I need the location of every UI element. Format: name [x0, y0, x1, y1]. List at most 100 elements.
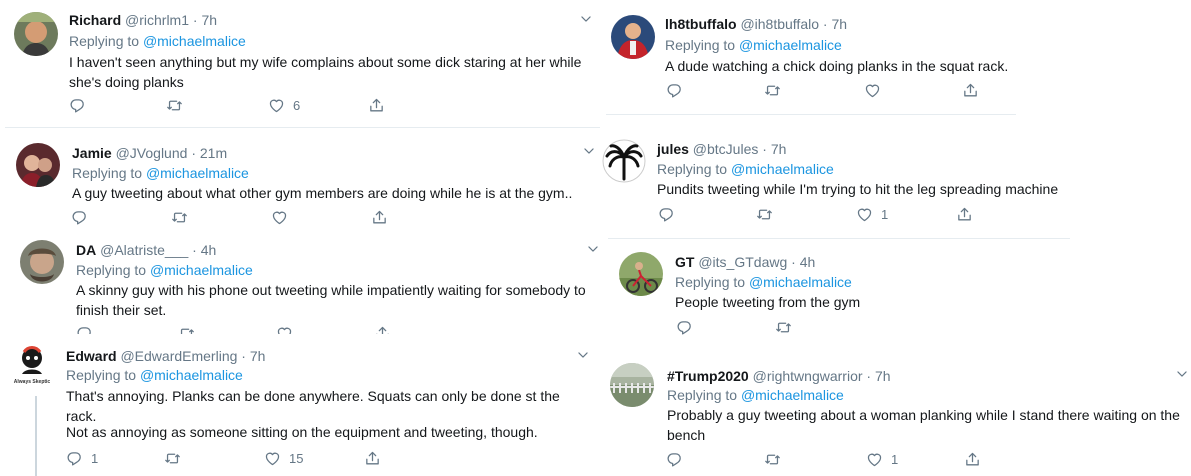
- retweet-button[interactable]: [764, 82, 781, 99]
- like-count: 1: [881, 207, 889, 222]
- tweet-text: I haven't seen anything but my wife comp…: [69, 54, 582, 90]
- mention-link[interactable]: @michaelmalice: [731, 161, 834, 177]
- chevron-down-icon[interactable]: [576, 348, 590, 362]
- retweet-button[interactable]: [764, 451, 781, 468]
- timestamp[interactable]: 7h: [771, 141, 787, 157]
- timestamp[interactable]: 7h: [831, 16, 847, 32]
- timestamp[interactable]: 21m: [200, 145, 227, 161]
- tweet-header: Richard @richrlm1 · 7h: [69, 11, 217, 29]
- timestamp[interactable]: 7h: [875, 368, 891, 384]
- reply-button[interactable]: [666, 82, 683, 99]
- mention-link[interactable]: @michaelmalice: [143, 33, 246, 49]
- retweet-icon: [166, 97, 183, 114]
- like-button[interactable]: [276, 325, 293, 334]
- display-name[interactable]: Edward: [66, 348, 117, 364]
- display-name[interactable]: jules: [657, 141, 689, 157]
- like-button[interactable]: 6: [268, 97, 300, 114]
- reply-icon: [71, 209, 88, 226]
- tweet-card[interactable]: #Trump2020 @rightwngwarrior · 7h Replyin…: [604, 356, 1191, 476]
- tweet-card[interactable]: Jamie @JVoglund · 21m Replying to @micha…: [5, 132, 605, 232]
- avatar[interactable]: [602, 139, 646, 183]
- avatar[interactable]: [619, 252, 663, 296]
- timestamp[interactable]: 7h: [201, 12, 217, 28]
- chevron-down-icon[interactable]: [579, 12, 593, 26]
- display-name[interactable]: Richard: [69, 12, 121, 28]
- tweet-text: Pundits tweeting while I'm trying to hit…: [657, 181, 1059, 197]
- tweet-card[interactable]: GT @its_GTdawg · 4h Replying to @michael…: [612, 242, 1072, 342]
- share-button[interactable]: [364, 450, 381, 467]
- like-button[interactable]: [864, 82, 881, 99]
- display-name[interactable]: DA: [76, 242, 96, 258]
- timestamp[interactable]: 4h: [201, 242, 217, 258]
- retweet-button[interactable]: [775, 319, 792, 336]
- chevron-down-icon[interactable]: [1175, 367, 1189, 381]
- share-button[interactable]: [374, 325, 391, 334]
- like-button[interactable]: [271, 209, 288, 226]
- display-name[interactable]: GT: [675, 254, 694, 270]
- user-handle[interactable]: @EdwardEmerling: [120, 348, 237, 364]
- display-name[interactable]: lh8tbuffalo: [665, 16, 737, 32]
- avatar[interactable]: [611, 15, 655, 59]
- reply-button[interactable]: [666, 451, 683, 468]
- like-button[interactable]: 1: [856, 206, 888, 223]
- share-icon: [956, 206, 973, 223]
- user-handle[interactable]: @ih8tbuffalo: [740, 16, 819, 32]
- tweet-card[interactable]: Always Skeptic Edward @EdwardEmerling · …: [0, 338, 600, 476]
- share-button[interactable]: [368, 97, 385, 114]
- separator-dot: ·: [192, 12, 198, 28]
- retweet-button[interactable]: [756, 206, 773, 223]
- avatar[interactable]: [610, 363, 654, 407]
- reply-button[interactable]: 1: [66, 450, 98, 467]
- user-handle[interactable]: @rightwngwarrior: [753, 368, 863, 384]
- share-button[interactable]: [371, 209, 388, 226]
- reply-button[interactable]: [76, 325, 93, 334]
- tweet-card[interactable]: lh8tbuffalo @ih8tbuffalo · 7h Replying t…: [606, 0, 1018, 112]
- like-button[interactable]: 15: [264, 450, 303, 467]
- user-handle[interactable]: @its_GTdawg: [698, 254, 787, 270]
- reply-button[interactable]: [658, 206, 675, 223]
- timestamp[interactable]: 7h: [250, 348, 266, 364]
- share-button[interactable]: [956, 206, 973, 223]
- user-handle[interactable]: @richrlm1: [125, 12, 189, 28]
- avatar[interactable]: [16, 143, 60, 187]
- mention-link[interactable]: @michaelmalice: [146, 165, 249, 181]
- tweet-text: A skinny guy with his phone out tweeting…: [76, 282, 586, 318]
- mention-link[interactable]: @michaelmalice: [741, 387, 844, 403]
- reply-button[interactable]: [676, 319, 693, 336]
- avatar[interactable]: [14, 12, 58, 56]
- tweet-card[interactable]: jules @btcJules · 7h Replying to @michae…: [600, 130, 1070, 234]
- mention-link[interactable]: @michaelmalice: [150, 262, 253, 278]
- mention-link[interactable]: @michaelmalice: [140, 367, 243, 383]
- like-button[interactable]: 1: [866, 451, 898, 468]
- user-handle[interactable]: @Alatriste___: [100, 242, 188, 258]
- retweet-button[interactable]: [178, 325, 195, 334]
- reply-button[interactable]: [69, 97, 86, 114]
- display-name[interactable]: Jamie: [72, 145, 112, 161]
- chevron-down-icon[interactable]: [582, 144, 596, 158]
- separator-dot: ·: [791, 254, 796, 270]
- reply-button[interactable]: [71, 209, 88, 226]
- retweet-button[interactable]: [166, 97, 183, 114]
- retweet-button[interactable]: [171, 209, 188, 226]
- mention-link[interactable]: @michaelmalice: [749, 274, 852, 290]
- tweet-text: A dude watching a chick doing planks in …: [665, 58, 1009, 74]
- tweet-card[interactable]: Richard @richrlm1 · 7h Replying to @mich…: [0, 0, 600, 125]
- user-handle[interactable]: @JVoglund: [116, 145, 188, 161]
- avatar[interactable]: Always Skeptic: [12, 344, 52, 388]
- heart-icon: [856, 206, 873, 223]
- timestamp[interactable]: 4h: [800, 254, 816, 270]
- tweet-text: People tweeting from the gym: [675, 294, 861, 310]
- heart-icon: [866, 451, 883, 468]
- chevron-down-icon[interactable]: [586, 242, 600, 256]
- display-name[interactable]: #Trump2020: [667, 368, 749, 384]
- share-button[interactable]: [964, 451, 981, 468]
- share-button[interactable]: [962, 82, 979, 99]
- share-icon: [962, 82, 979, 99]
- reply-icon: [76, 325, 93, 334]
- user-handle[interactable]: @btcJules: [693, 141, 759, 157]
- tweet-header: #Trump2020 @rightwngwarrior · 7h: [667, 367, 891, 385]
- retweet-button[interactable]: [164, 450, 181, 467]
- mention-link[interactable]: @michaelmalice: [739, 37, 842, 53]
- tweet-card[interactable]: DA @Alatriste___ · 4h Replying to @micha…: [12, 232, 608, 334]
- avatar[interactable]: [20, 240, 64, 284]
